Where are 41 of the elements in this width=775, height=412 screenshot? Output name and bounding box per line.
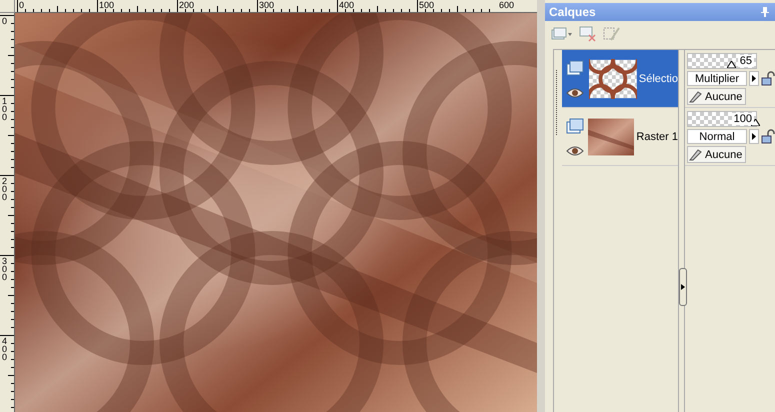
slider-thumb[interactable]	[751, 119, 760, 126]
blend-mode-arrow-button[interactable]	[749, 71, 759, 86]
opacity-slider[interactable]: 100	[687, 111, 757, 127]
lock-icon[interactable]	[761, 71, 775, 86]
layer-icon	[566, 60, 584, 76]
ruler-label: 0	[19, 1, 24, 10]
layer-icon	[566, 118, 584, 134]
ruler-label: 0	[2, 17, 8, 25]
ruler-label: 100	[2, 97, 8, 121]
layer-item[interactable]: Sélectio	[562, 50, 678, 108]
pin-icon[interactable]	[761, 7, 769, 17]
eye-icon[interactable]	[566, 88, 584, 98]
slider-thumb[interactable]	[727, 61, 736, 68]
lock-icon[interactable]	[761, 129, 775, 144]
ruler-label: 500	[419, 1, 434, 10]
blend-mode-dropdown[interactable]: Multiplier	[687, 71, 747, 86]
brush-icon	[689, 90, 703, 103]
ruler-label: 600	[499, 1, 514, 10]
eye-icon[interactable]	[566, 146, 584, 156]
caret-icon	[752, 133, 756, 140]
mask-button[interactable]: Aucune	[687, 88, 746, 105]
layer-thumbnail	[589, 58, 637, 98]
layer-thumbnail	[588, 116, 634, 156]
caret-icon	[752, 75, 756, 82]
layer-item[interactable]: Raster 1	[562, 108, 678, 166]
brush-icon	[689, 148, 703, 161]
blend-mode-arrow-button[interactable]	[749, 129, 759, 144]
ruler-label: 200	[2, 177, 8, 201]
ruler-label: 400	[2, 337, 8, 361]
ruler-label: 200	[179, 1, 194, 10]
ruler-label: 400	[339, 1, 354, 10]
ruler-label: 300	[259, 1, 274, 10]
opacity-slider[interactable]: 65	[687, 53, 757, 69]
ruler-label: 300	[2, 257, 8, 281]
panel-title: Calques	[549, 5, 596, 19]
layer-name: Sélectio	[638, 72, 678, 84]
blend-mode-dropdown[interactable]: Normal	[687, 129, 747, 144]
splitter-handle[interactable]	[679, 268, 687, 306]
mask-button[interactable]: Aucune	[687, 146, 746, 163]
layer-name: Raster 1	[636, 130, 678, 142]
ruler-label: 100	[99, 1, 114, 10]
